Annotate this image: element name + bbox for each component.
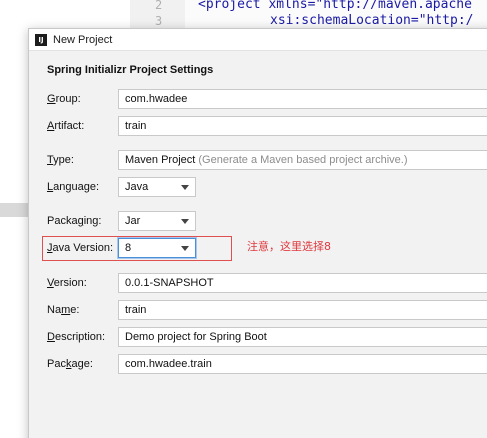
group-label: Group: bbox=[47, 93, 81, 105]
java-version-label: Java Version: bbox=[47, 242, 114, 254]
code-line: xsi:schemaLocation="http:/ bbox=[270, 13, 474, 28]
package-label: Package: bbox=[47, 358, 93, 370]
description-label: Description: bbox=[47, 331, 106, 343]
version-label: Version: bbox=[47, 277, 87, 289]
line-number: 2 bbox=[155, 0, 163, 12]
packaging-value: Jar bbox=[125, 215, 141, 227]
version-field[interactable]: 0.0.1-SNAPSHOT bbox=[118, 273, 487, 293]
chevron-down-icon bbox=[181, 219, 189, 224]
type-value: Maven Project bbox=[125, 154, 196, 166]
language-label: Language: bbox=[47, 181, 100, 193]
language-select[interactable]: Java bbox=[118, 177, 196, 197]
intellij-icon: IJ bbox=[35, 33, 47, 46]
type-hint: (Generate a Maven based project archive.… bbox=[198, 154, 408, 166]
type-select[interactable]: Maven Project (Generate a Maven based pr… bbox=[118, 150, 487, 170]
line-number: 3 bbox=[155, 14, 163, 28]
name-field[interactable]: train bbox=[118, 300, 487, 320]
name-label: Name: bbox=[47, 304, 80, 316]
new-project-dialog: IJ New Project Spring Initializr Project… bbox=[28, 28, 487, 438]
chevron-down-icon bbox=[181, 185, 189, 190]
description-field[interactable]: Demo project for Spring Boot bbox=[118, 327, 487, 347]
language-value: Java bbox=[125, 181, 149, 193]
annotation-note: 注意，这里选择8 bbox=[247, 240, 331, 253]
type-label: Type: bbox=[47, 154, 74, 166]
dialog-titlebar[interactable]: IJ New Project bbox=[29, 29, 487, 51]
package-field[interactable]: com.hwadee.train bbox=[118, 354, 487, 374]
group-field[interactable]: com.hwadee bbox=[118, 89, 487, 109]
artifact-label: Artifact: bbox=[47, 120, 85, 132]
code-line: <project xmlns="http://maven.apache bbox=[198, 0, 472, 12]
dialog-title: New Project bbox=[53, 33, 113, 46]
packaging-select[interactable]: Jar bbox=[118, 211, 196, 231]
section-title: Spring Initializr Project Settings bbox=[47, 64, 214, 76]
java-version-value: 8 bbox=[125, 242, 132, 254]
artifact-field[interactable]: train bbox=[118, 116, 487, 136]
chevron-down-icon bbox=[181, 246, 189, 251]
java-version-select[interactable]: 8 bbox=[118, 238, 196, 258]
packaging-label: Packaging: bbox=[47, 215, 102, 227]
